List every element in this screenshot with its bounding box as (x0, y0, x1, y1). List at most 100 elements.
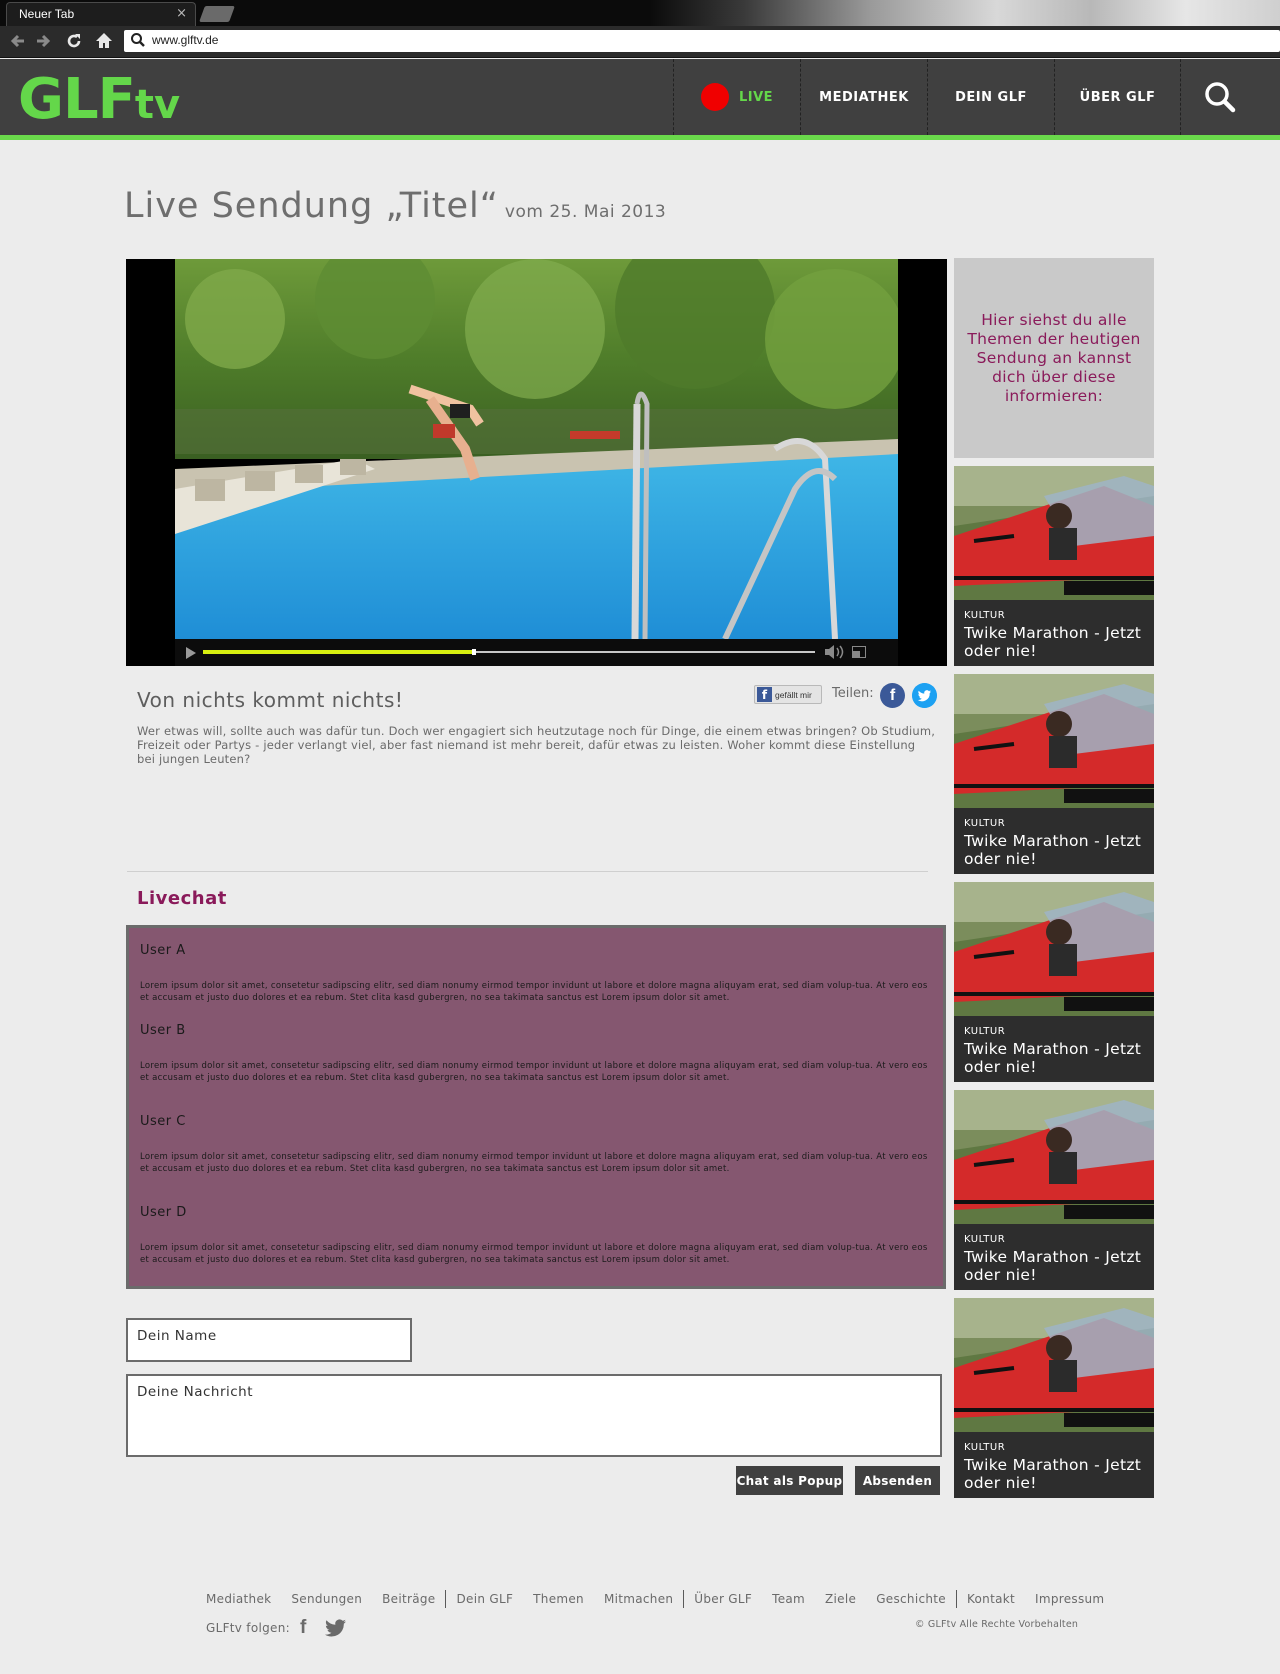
browser-toolbar: www.glftv.de (0, 26, 1280, 58)
reload-icon[interactable] (64, 31, 84, 51)
chat-text: Lorem ipsum dolor sit amet, consetetur s… (140, 1243, 928, 1265)
site-header: GLFtv LIVE MEDIATHEK DEIN GLF ÜBER GLF (0, 59, 1280, 140)
nav-item-live[interactable]: LIVE (673, 59, 800, 135)
live-dot-icon (700, 83, 729, 111)
footer-link-beitraege[interactable]: Beiträge (372, 1592, 445, 1606)
episode-description: Wer etwas will, sollte auch was dafür tu… (137, 724, 936, 766)
nav-label: DEIN GLF (955, 89, 1027, 105)
play-icon[interactable] (186, 647, 196, 659)
nav-label: LIVE (738, 89, 774, 105)
message-input[interactable]: Deine Nachricht (126, 1374, 942, 1457)
browser-tab[interactable]: Neuer Tab × (6, 2, 196, 26)
chat-popup-button[interactable]: Chat als Popup (736, 1466, 843, 1495)
tab-title: Neuer Tab (19, 7, 75, 21)
footer-link-ziele[interactable]: Ziele (815, 1592, 866, 1606)
fullscreen-icon[interactable] (852, 646, 866, 658)
home-icon[interactable] (94, 31, 114, 51)
footer-navigation: Mediathek Sendungen Beiträge Dein GLF Th… (206, 1590, 1114, 1608)
forward-icon[interactable] (33, 31, 53, 51)
page-title: Live Sendung „Titel“ vom 25. Mai 2013 (124, 186, 666, 226)
footer-link-kontakt[interactable]: Kontakt (957, 1592, 1025, 1606)
site-logo[interactable]: GLFtv (18, 67, 180, 132)
search-icon (131, 33, 145, 47)
footer-link-mediathek[interactable]: Mediathek (206, 1592, 281, 1606)
footer-link-sendungen[interactable]: Sendungen (281, 1592, 372, 1606)
video-controls (175, 639, 898, 666)
progress-handle[interactable] (472, 649, 477, 655)
footer-link-themen[interactable]: Themen (523, 1592, 594, 1606)
chat-message: User C Lorem ipsum dolor sit amet, conse… (140, 1114, 930, 1174)
chat-text: Lorem ipsum dolor sit amet, consetetur s… (140, 981, 928, 1003)
topic-thumbnail-image (954, 1090, 1154, 1224)
footer-link-impressum[interactable]: Impressum (1025, 1592, 1114, 1606)
video-still-image (175, 259, 898, 639)
send-button[interactable]: Absenden (855, 1466, 940, 1495)
browser-tab-bar: Neuer Tab × (0, 0, 1280, 26)
window-background (650, 0, 1280, 26)
topic-thumbnail-image (954, 1298, 1154, 1432)
new-tab-button[interactable] (199, 6, 235, 22)
topic-title: Twike Marathon - Jetzt oder nie! (964, 1456, 1142, 1492)
share-label: Teilen: (832, 686, 874, 701)
progress-track[interactable] (203, 649, 815, 655)
topic-card[interactable]: KULTUR Twike Marathon - Jetzt oder nie! (954, 1298, 1154, 1498)
topic-card[interactable]: KULTUR Twike Marathon - Jetzt oder nie! (954, 674, 1154, 874)
chat-message: User B Lorem ipsum dolor sit amet, conse… (140, 1023, 930, 1083)
livechat-heading: Livechat (137, 888, 227, 909)
topic-category: KULTUR (964, 1442, 1006, 1453)
livechat-messages[interactable]: User A Lorem ipsum dolor sit amet, conse… (126, 925, 946, 1289)
close-tab-icon[interactable]: × (176, 6, 187, 21)
chat-username: User C (140, 1114, 186, 1129)
logo-main: GLF (18, 67, 136, 132)
episode-title: Von nichts kommt nichts! (137, 688, 404, 712)
footer-link-mitmachen[interactable]: Mitmachen (594, 1592, 683, 1606)
facebook-like-button[interactable]: f gefällt mir (754, 685, 822, 704)
chat-username: User D (140, 1205, 187, 1220)
topic-thumbnail-image (954, 466, 1154, 600)
topic-thumbnail-image (954, 882, 1154, 1016)
follow-label: GLFtv folgen: (206, 1621, 290, 1635)
footer-link-ueber-glf[interactable]: Über GLF (684, 1592, 762, 1606)
volume-icon[interactable] (824, 645, 844, 659)
chat-message: User D Lorem ipsum dolor sit amet, conse… (140, 1205, 930, 1265)
facebook-share-icon[interactable]: f (880, 683, 905, 708)
chat-username: User B (140, 1023, 186, 1038)
topic-title: Twike Marathon - Jetzt oder nie! (964, 1040, 1142, 1076)
chat-message: User A Lorem ipsum dolor sit amet, conse… (140, 943, 930, 1003)
footer-link-geschichte[interactable]: Geschichte (866, 1592, 956, 1606)
topic-card[interactable]: KULTUR Twike Marathon - Jetzt oder nie! (954, 882, 1154, 1082)
copyright-text: © GLFtv Alle Rechte Vorbehalten (915, 1619, 1079, 1630)
nav-item-dein-glf[interactable]: DEIN GLF (927, 59, 1054, 135)
twitter-icon[interactable] (325, 1619, 347, 1637)
chat-username: User A (140, 943, 186, 958)
topic-title: Twike Marathon - Jetzt oder nie! (964, 832, 1142, 868)
video-player[interactable] (126, 259, 947, 666)
broadcast-date: vom 25. Mai 2013 (504, 202, 667, 222)
nav-item-ueber-glf[interactable]: ÜBER GLF (1054, 59, 1181, 135)
search-icon[interactable] (1200, 77, 1240, 117)
like-label: gefällt mir (775, 689, 812, 700)
facebook-icon[interactable]: f (300, 1617, 306, 1639)
topic-title: Twike Marathon - Jetzt oder nie! (964, 1248, 1142, 1284)
footer-link-dein-glf[interactable]: Dein GLF (446, 1592, 523, 1606)
topics-sidebar: Hier siehst du alle Themen der heutigen … (954, 258, 1154, 1498)
nav-item-mediathek[interactable]: MEDIATHEK (800, 59, 927, 135)
nav-label: ÜBER GLF (1079, 89, 1156, 105)
message-placeholder: Deine Nachricht (137, 1384, 254, 1400)
topic-category: KULTUR (964, 818, 1006, 829)
back-icon[interactable] (8, 31, 28, 51)
facebook-icon: f (757, 687, 772, 702)
name-placeholder: Dein Name (137, 1328, 217, 1344)
video-frame[interactable] (175, 259, 898, 639)
chat-text: Lorem ipsum dolor sit amet, consetetur s… (140, 1152, 928, 1174)
topic-card[interactable]: KULTUR Twike Marathon - Jetzt oder nie! (954, 1090, 1154, 1290)
footer-link-team[interactable]: Team (762, 1592, 815, 1606)
name-input[interactable]: Dein Name (126, 1318, 412, 1362)
topic-thumbnail-image (954, 674, 1154, 808)
topics-intro-box: Hier siehst du alle Themen der heutigen … (954, 258, 1154, 458)
twitter-share-icon[interactable] (912, 683, 937, 708)
progress-fill (203, 650, 473, 654)
section-divider (127, 871, 928, 872)
address-bar[interactable]: www.glftv.de (124, 30, 1280, 52)
topic-card[interactable]: KULTUR Twike Marathon - Jetzt oder nie! (954, 466, 1154, 666)
